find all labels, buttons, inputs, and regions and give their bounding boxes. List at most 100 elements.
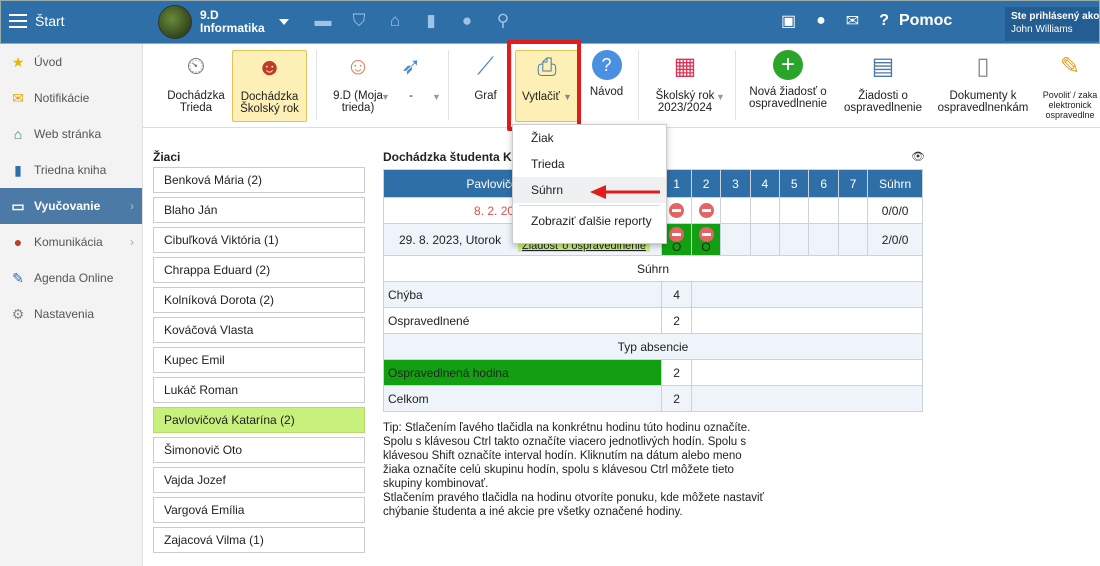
chevron-down-icon (278, 19, 289, 25)
attendance-year-button[interactable]: ☻ Dochádzka Školský rok (232, 50, 307, 122)
badge-icon[interactable]: ● (457, 11, 477, 31)
hour-cell[interactable] (837, 197, 869, 224)
sidebar-item-vyucovanie[interactable]: ▭ Vyučovanie › (0, 188, 142, 224)
menu-item-student[interactable]: Žiak (513, 125, 666, 151)
list-item[interactable]: Blaho Ján (153, 197, 365, 223)
list-item[interactable]: Benková Mária (2) (153, 167, 365, 193)
excuse-requests-button[interactable]: ▤ Žiadosti o ospravedlnenie (838, 50, 928, 122)
table-row: Celkom 2 (382, 385, 924, 412)
summary-label: Chýba (382, 281, 663, 308)
button-label: Návod (589, 86, 624, 98)
sidebar-item-komunikacia[interactable]: ● Komunikácia › (0, 224, 142, 260)
shield-icon[interactable]: ⛉ (349, 11, 369, 31)
sidebar-item-label: Notifikácie (34, 91, 90, 105)
list-item[interactable]: Zajacová Vilma (1) (153, 527, 365, 553)
button-label: Dochádzka (240, 91, 299, 103)
sidebar-item-nastavenia[interactable]: ⚙ Nastavenia (0, 296, 142, 332)
list-item[interactable]: Kolníková Dorota (2) (153, 287, 365, 313)
bar-chart-icon[interactable]: ▮ (421, 11, 441, 31)
hour-cell[interactable] (779, 197, 810, 224)
chevron-down-icon[interactable]: ▼ (381, 92, 390, 102)
list-item-selected[interactable]: Pavlovičová Katarína (2) (153, 407, 365, 433)
list-item[interactable]: Chrappa Eduard (2) (153, 257, 365, 283)
calendar-icon: ▦ (673, 53, 697, 80)
student-list: Benková Mária (2) Blaho Ján Cibuľková Vi… (153, 167, 365, 557)
mail-icon[interactable]: ✉ (846, 11, 859, 31)
sidebar-item-uvod[interactable]: ★ Úvod (0, 44, 142, 80)
attendance-class-button[interactable]: ⏲ Dochádzka Trieda (161, 50, 231, 122)
tip-line: Spolu s klávesou Ctrl takto označíte via… (383, 436, 747, 448)
sum-header: Súhrn (867, 169, 923, 198)
allow-electronic-excuse-button[interactable]: ✎ Povoliť / zaka elektronick ospravedlne (1040, 50, 1100, 122)
my-class-button[interactable]: ☺ 9.D (Moja trieda) (323, 50, 393, 122)
bank-icon[interactable]: ⌂ (385, 11, 405, 31)
list-item[interactable]: Kováčová Vlasta (153, 317, 365, 343)
pencil-cross-icon: ✎ (1059, 53, 1081, 80)
hour-cell[interactable] (779, 223, 810, 256)
cast-icon[interactable]: ▣ (781, 11, 796, 31)
button-label: ospravedlnenie (843, 102, 922, 114)
hour-cell[interactable] (720, 197, 751, 224)
summary-title: Súhrn (383, 255, 923, 282)
print-dropdown-menu: Žiak Trieda Súhrn Zobraziť ďalšie report… (512, 124, 667, 244)
list-item[interactable]: Vajda Jozef (153, 467, 365, 493)
start-menu[interactable]: Štart (9, 13, 65, 29)
hour-cell[interactable] (808, 197, 839, 224)
hour-cell[interactable] (749, 197, 781, 224)
divider (448, 50, 449, 120)
menu-item-class[interactable]: Trieda (513, 151, 666, 177)
help-button[interactable]: ? Pomoc (879, 12, 952, 30)
table-row: Typ absencie (383, 333, 923, 360)
chat-bubbles-icon[interactable]: ● (816, 12, 826, 30)
excuse-documents-button[interactable]: ▯ Dokumenty k ospravedlnenkám (933, 50, 1033, 122)
sidebar-item-web[interactable]: ⌂ Web stránka (0, 116, 142, 152)
list-item[interactable]: Šimonovič Oto (153, 437, 365, 463)
briefcase-icon[interactable]: ▬ (313, 11, 333, 31)
hour-header: 7 (837, 169, 869, 198)
sum-cell: 0/0/0 (867, 197, 923, 224)
hour-cell[interactable]: O (690, 223, 722, 256)
guide-button[interactable]: ? Návod (584, 50, 629, 122)
hour-cell[interactable] (837, 223, 869, 256)
tip-line: skupiny kombinovať. (383, 478, 489, 490)
button-label: Školský rok (655, 90, 715, 102)
sidebar-item-triedna-kniha[interactable]: ▮ Triedna kniha (0, 152, 142, 188)
class-subject: Informatika (200, 21, 265, 35)
summary-value: 4 (661, 281, 692, 308)
start-label: Štart (35, 13, 65, 29)
chevron-right-icon: › (130, 235, 134, 249)
empty-cell (690, 385, 924, 412)
hour-cell[interactable] (690, 197, 722, 224)
summary-value: 2 (661, 307, 692, 334)
menu-item-more-reports[interactable]: Zobraziť ďalšie reporty (513, 208, 666, 234)
hour-cell[interactable] (808, 223, 839, 256)
hour-cell[interactable] (749, 223, 781, 256)
button-label: elektronick (1048, 100, 1092, 110)
hour-header: 4 (749, 169, 781, 198)
hour-cell[interactable] (720, 223, 751, 256)
walking-icon[interactable]: ⚲ (493, 11, 513, 31)
total-value: 2 (661, 385, 692, 412)
chat-icon: ● (13, 234, 23, 250)
class-selector[interactable]: 9.D Informatika (158, 5, 289, 39)
absent-icon (669, 226, 685, 242)
rocket-button[interactable]: ➶ - (391, 50, 431, 122)
eye-icon[interactable]: 👁 (911, 150, 925, 163)
new-excuse-request-button[interactable]: + Nová žiadosť o ospravedlnenie (743, 50, 833, 122)
list-item[interactable]: Lukáč Roman (153, 377, 365, 403)
list-item[interactable]: Kupec Emil (153, 347, 365, 373)
divider (316, 50, 317, 120)
sum-cell: 2/0/0 (867, 223, 923, 256)
sidebar-item-notifikacie[interactable]: ✉ Notifikácie (0, 80, 142, 116)
print-highlight-box (507, 40, 581, 131)
chevron-down-icon[interactable]: ▼ (432, 92, 441, 102)
user-info[interactable]: Ste prihlásený ako John Williams (1005, 7, 1099, 41)
sidebar-item-agenda[interactable]: ✎ Agenda Online (0, 260, 142, 296)
chevron-down-icon[interactable]: ▼ (716, 92, 725, 102)
list-item[interactable]: Vargová Emília (153, 497, 365, 523)
list-item[interactable]: Cibuľková Viktória (1) (153, 227, 365, 253)
hour-header: 2 (690, 169, 722, 198)
button-label: Žiadosti o (858, 90, 908, 102)
graph-button[interactable]: ⟋ Graf (463, 50, 508, 122)
school-year-button[interactable]: ▦ Školský rok 2023/2024 (649, 50, 721, 122)
